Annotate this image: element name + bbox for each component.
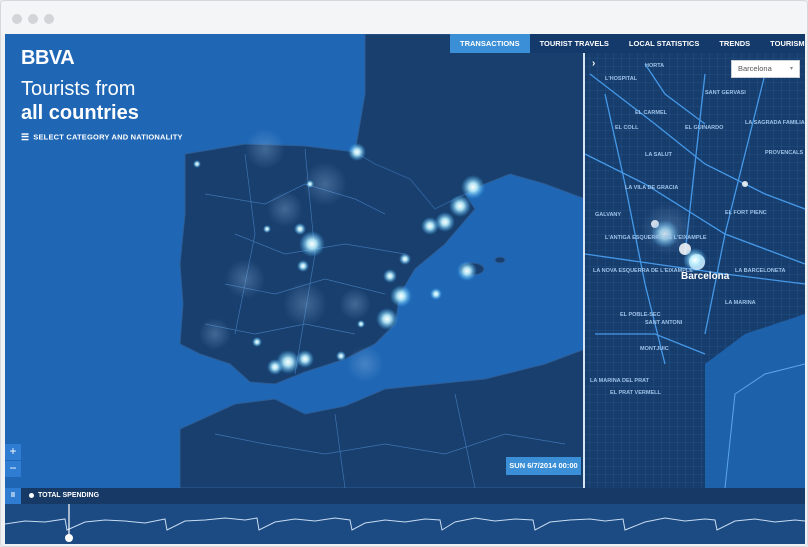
zoom-in-button[interactable]: + [5,444,21,461]
tab-transactions[interactable]: TRANSACTIONS [450,34,530,53]
total-spending-text: TOTAL SPENDING [38,492,100,499]
zoom-out-button[interactable]: − [5,461,21,478]
timeline-chart[interactable] [5,504,805,544]
neighborhood-label: LA BARCELONETA [735,268,785,274]
browser-window: Barcelona HORTA L'HOSPITAL EL CARMEL EL GUI… [0,0,808,547]
neighborhood-label: EL FORT PIENC [725,210,767,216]
neighborhood-label: LA SAGRADA FAMILIA [745,120,805,126]
pause-button[interactable]: II [5,488,21,504]
neighborhood-label: HORTA [645,63,664,69]
tab-trends[interactable]: TRENDS [709,34,760,53]
headline-line1: Tourists from [21,78,136,100]
neighborhood-label: LA MARINA [725,300,756,306]
barcelona-city-map: Barcelona HORTA L'HOSPITAL EL CARMEL EL GUI… [584,53,805,488]
date-badge: SUN 6/7/2014 00:00 [506,457,581,475]
neighborhood-label: EL CARMEL [635,110,668,116]
top-nav: TRANSACTIONS TOURIST TRAVELS LOCAL STATI… [450,34,805,53]
select-category-label: SELECT CATEGORY AND NATIONALITY [33,132,183,142]
tab-tourist-travels[interactable]: TOURIST TRAVELS [530,34,619,53]
neighborhood-label: L'ANTIGA ESQUERRA DE L'EIXAMPLE [605,235,707,241]
bbva-logo: BBVA [21,47,75,69]
headline-line2: all countries [21,102,139,124]
neighborhood-label: EL GUINARDO [685,125,724,131]
neighborhood-label: GALVANY [595,212,621,218]
hamburger-icon: ☰ [21,132,30,142]
chevron-down-icon: ▾ [789,66,793,72]
app-viewport: Barcelona HORTA L'HOSPITAL EL CARMEL EL GUI… [5,34,805,544]
select-category-button[interactable]: ☰ SELECT CATEGORY AND NATIONALITY [21,132,183,143]
window-maximize-dot[interactable] [44,14,54,24]
neighborhood-label: LA NOVA ESQUERRA DE L'EIXAMPLE [593,268,693,274]
window-minimize-dot[interactable] [28,14,38,24]
neighborhood-label: LA MARINA DEL PRAT [590,378,650,384]
neighborhood-label: EL COLL [615,125,639,131]
tab-tourism-weight[interactable]: TOURISM WEIGHT [760,34,805,53]
neighborhood-label: EL PRAT VERMELL [610,390,661,396]
neighborhood-label: PROVENCALS DEL POBLENOU [765,150,805,156]
bullet-icon [29,492,34,498]
chevron-right-icon[interactable]: › [592,58,595,69]
neighborhood-label: SANT ANTONI [645,320,683,326]
city-select[interactable]: Barcelona ▾ [731,60,800,78]
playhead-handle [65,534,73,542]
city-select-value: Barcelona [738,64,772,73]
spending-line [5,517,805,531]
neighborhood-label: MONTJUIC [640,346,669,352]
timeline-header: II TOTAL SPENDING [5,488,805,504]
neighborhood-label: LA VILA DE GRACIA [625,185,678,191]
neighborhood-label: LA SALUT [645,152,673,158]
map-split-divider[interactable] [583,53,585,488]
neighborhood-label: L'HOSPITAL [605,76,638,82]
window-titlebar [1,1,807,34]
tab-local-statistics[interactable]: LOCAL STATISTICS [619,34,709,53]
window-close-dot[interactable] [12,14,22,24]
neighborhood-label: SANT GERVASI [705,90,746,96]
neighborhood-label: EL POBLE-SEC [620,312,661,318]
zoom-controls: + − [5,444,21,478]
total-spending-label: TOTAL SPENDING [29,488,99,504]
